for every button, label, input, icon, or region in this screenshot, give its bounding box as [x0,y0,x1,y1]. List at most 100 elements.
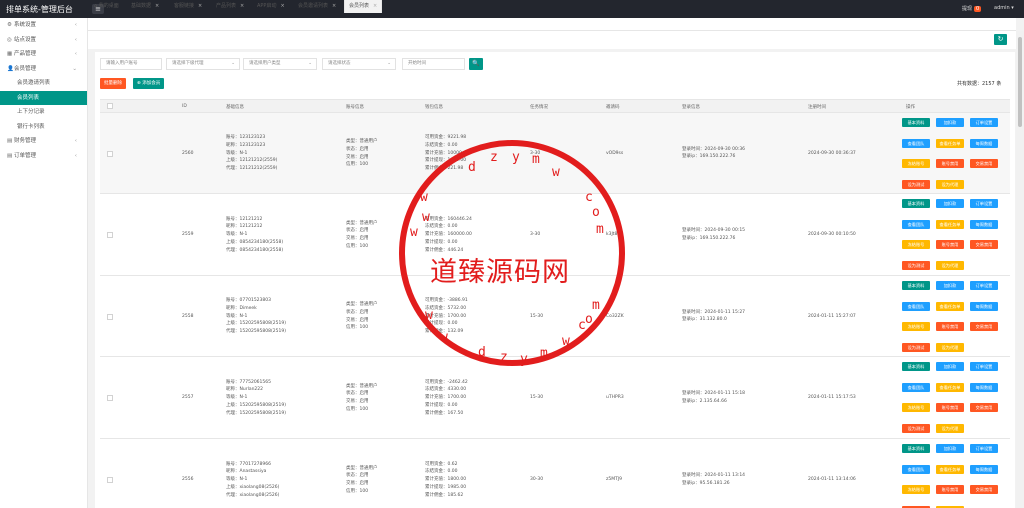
row-action-button[interactable]: 基本资料 [902,362,930,371]
close-icon[interactable]: × [332,3,336,9]
tab-invite-list[interactable]: 会员邀请列表 × [294,0,340,13]
tab-app-launch[interactable]: APP启动 × [253,0,289,13]
row-action-button[interactable]: 设为测试 [902,342,930,352]
row-checkbox[interactable] [107,313,113,320]
row-action-button[interactable]: 交易禁用 [970,322,998,331]
tab-desktop[interactable]: ⌂ 我的桌面 [90,0,123,13]
close-icon[interactable]: × [155,3,159,9]
row-action-button[interactable]: 账号禁用 [936,403,964,412]
row-action-button[interactable]: 基本资料 [902,281,930,290]
row-action-button[interactable]: 冻结账号 [902,322,930,331]
row-action-button[interactable]: 查看团队 [902,382,930,392]
wallet-info-line: 可用资金：-2462.42 [425,379,468,385]
tab-basic-data[interactable]: 基础数据 × [127,0,163,13]
row-action-button[interactable]: 设为测试 [902,260,930,270]
refresh-button[interactable]: ↻ [994,34,1007,45]
row-action-button[interactable]: 订单设置 [970,281,998,290]
sidebar-item-label: 会员管理 [14,65,37,72]
search-button[interactable]: 🔍 [469,58,483,70]
row-action-button[interactable]: 设为测试 [902,179,930,189]
row-action-button[interactable]: 每周数据 [970,138,998,148]
row-action-button[interactable]: 交易禁用 [970,159,998,168]
status-select[interactable]: 请选择状态 ⌄ [322,58,396,70]
scrollbar[interactable] [1016,31,1024,508]
close-icon[interactable]: × [198,3,202,9]
user-type-select[interactable]: 请选择用户类型 ⌄ [243,58,317,70]
close-icon[interactable]: × [240,3,244,9]
tab-service-link[interactable]: 客服链接 × [170,0,206,13]
row-action-button[interactable]: 交易禁用 [970,240,998,249]
row-action-button[interactable]: 查看任务单 [936,219,964,229]
sidebar-sub-invite-list[interactable]: 会员邀请列表 [0,76,87,91]
row-action-button[interactable]: 基本资料 [902,199,930,208]
row-action-button[interactable]: 每周数据 [970,382,998,392]
sidebar-item-finance[interactable]: ▤ 财务管理 ‹ [0,134,87,149]
row-checkbox[interactable] [107,395,113,401]
row-action-button[interactable]: 加扣款 [936,444,964,453]
sidebar-sub-bankcard-list[interactable]: 银行卡列表 [0,120,87,135]
row-action-button[interactable]: 设为测试 [902,423,930,433]
row-checkbox[interactable] [107,477,113,483]
sidebar-item-order[interactable]: ▤ 订单管理 ‹ [0,149,87,164]
row-action-button[interactable]: 冻结账号 [902,403,930,412]
row-action-button[interactable]: 订单设置 [970,362,998,371]
row-action-button[interactable]: 设为代理 [936,179,964,189]
row-action-button[interactable]: 账号禁用 [936,322,964,331]
row-action-button[interactable]: 加扣款 [936,362,964,371]
row-action-button[interactable]: 账号禁用 [936,159,964,168]
add-member-button[interactable]: ⊕ 添加会员 [133,78,165,89]
row-action-button[interactable]: 加扣款 [936,281,964,290]
row-action-button[interactable]: 查看团队 [902,464,930,474]
row-action-button[interactable]: 设为代理 [936,423,964,433]
row-action-button[interactable]: 冻结账号 [902,159,930,168]
notice-link[interactable]: 提现 0 [962,5,982,12]
sidebar-item-product[interactable]: ▦ 产品管理 ‹ [0,47,87,62]
close-icon[interactable]: × [373,3,377,9]
row-action-button[interactable]: 冻结账号 [902,485,930,494]
row-action-button[interactable]: 查看任务单 [936,464,964,474]
row-action-button[interactable]: 查看团队 [902,138,930,148]
sidebar-sub-member-list[interactable]: 会员列表 [0,90,87,105]
close-icon[interactable]: × [280,3,284,9]
row-action-button[interactable]: 设为代理 [936,260,964,270]
row-action-button[interactable]: 查看团队 [902,301,930,311]
row-action-button[interactable]: 冻结账号 [902,240,930,249]
row-action-button[interactable]: 基本资料 [902,444,930,453]
basic-info-line: 昵称：Dimeek [226,305,257,311]
row-action-button[interactable]: 查看任务单 [936,301,964,311]
user-account-input[interactable]: 请输入用户账号 [100,58,162,70]
tab-member-list[interactable]: 会员列表 × [344,0,383,13]
row-action-button[interactable]: 每周数据 [970,301,998,311]
row-action-button[interactable]: 订单设置 [970,444,998,453]
row-action-button[interactable]: 账号禁用 [936,240,964,249]
row-action-button[interactable]: 查看团队 [902,219,930,229]
row-action-button[interactable]: 交易禁用 [970,403,998,412]
start-date-input[interactable]: 开始时间 [402,58,465,70]
task-progress: 30-30 [530,477,544,482]
batch-delete-button[interactable]: 批量删除 [100,78,126,89]
sidebar-item-system[interactable]: ⚙ 系统设置 ‹ [0,18,87,33]
select-all-checkbox[interactable] [107,103,113,109]
row-action-button[interactable]: 账号禁用 [936,485,964,494]
row-action-button[interactable]: 加扣款 [936,118,964,127]
row-action-button[interactable]: 每周数据 [970,219,998,229]
user-menu[interactable]: admin ▾ [994,5,1014,11]
basic-info-line: 等级：N-1 [226,395,248,401]
row-checkbox[interactable] [107,232,113,238]
sidebar-item-member[interactable]: 👤会员管理 ⌄ [0,62,87,77]
row-checkbox[interactable] [107,150,113,157]
row-action-button[interactable]: 查看任务单 [936,138,964,148]
row-action-button[interactable]: 交易禁用 [970,485,998,494]
scrollbar-thumb[interactable] [1018,37,1022,127]
row-action-button[interactable]: 每周数据 [970,464,998,474]
row-action-button[interactable]: 订单设置 [970,118,998,127]
row-action-button[interactable]: 订单设置 [970,199,998,208]
row-action-button[interactable]: 基本资料 [902,118,930,127]
sidebar-item-site[interactable]: ◎ 站点设置 ‹ [0,33,87,48]
row-action-button[interactable]: 加扣款 [936,199,964,208]
row-action-button[interactable]: 设为代理 [936,342,964,352]
tab-product-list[interactable]: 产品列表 × [212,0,248,13]
row-action-button[interactable]: 查看任务单 [936,382,964,392]
sidebar-sub-score-records[interactable]: 上下分记录 [0,105,87,120]
agent-select[interactable]: 请选择下级代理 ⌄ [166,58,240,70]
